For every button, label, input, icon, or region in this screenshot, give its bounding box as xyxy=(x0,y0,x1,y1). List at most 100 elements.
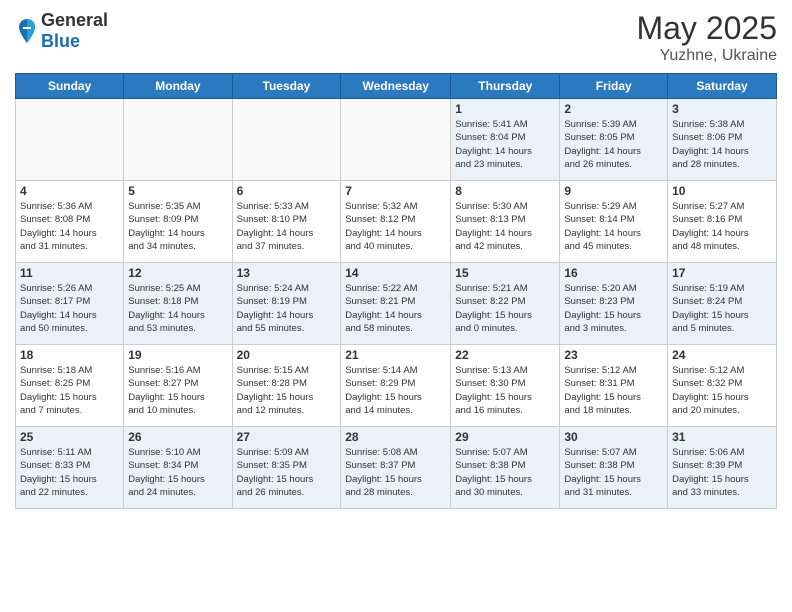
col-tuesday: Tuesday xyxy=(232,74,341,99)
calendar-week-3: 11 Sunrise: 5:26 AM Sunset: 8:17 PM Dayli… xyxy=(16,263,777,345)
day-number: 11 xyxy=(20,266,119,280)
day-number: 10 xyxy=(672,184,772,198)
day-info: Sunrise: 5:35 AM Sunset: 8:09 PM Dayligh… xyxy=(128,200,227,253)
table-row: 4 Sunrise: 5:36 AM Sunset: 8:08 PM Daylig… xyxy=(16,181,124,263)
table-row: 6 Sunrise: 5:33 AM Sunset: 8:10 PM Daylig… xyxy=(232,181,341,263)
day-info: Sunrise: 5:38 AM Sunset: 8:06 PM Dayligh… xyxy=(672,118,772,171)
calendar-table: Sunday Monday Tuesday Wednesday Thursday… xyxy=(15,73,777,509)
calendar-header-row: Sunday Monday Tuesday Wednesday Thursday… xyxy=(16,74,777,99)
logo: General Blue xyxy=(15,10,108,52)
day-info: Sunrise: 5:06 AM Sunset: 8:39 PM Dayligh… xyxy=(672,446,772,499)
day-number: 6 xyxy=(237,184,337,198)
day-number: 30 xyxy=(564,430,663,444)
day-info: Sunrise: 5:39 AM Sunset: 8:05 PM Dayligh… xyxy=(564,118,663,171)
col-thursday: Thursday xyxy=(451,74,560,99)
day-info: Sunrise: 5:26 AM Sunset: 8:17 PM Dayligh… xyxy=(20,282,119,335)
day-number: 26 xyxy=(128,430,227,444)
day-number: 13 xyxy=(237,266,337,280)
table-row: 1 Sunrise: 5:41 AM Sunset: 8:04 PM Daylig… xyxy=(451,99,560,181)
day-number: 17 xyxy=(672,266,772,280)
day-info: Sunrise: 5:19 AM Sunset: 8:24 PM Dayligh… xyxy=(672,282,772,335)
table-row xyxy=(341,99,451,181)
day-number: 8 xyxy=(455,184,555,198)
table-row: 11 Sunrise: 5:26 AM Sunset: 8:17 PM Dayli… xyxy=(16,263,124,345)
table-row: 12Sunrise: 5:25 AM Sunset: 8:18 PM Dayli… xyxy=(124,263,232,345)
table-row: 21 Sunrise: 5:14 AM Sunset: 8:29 PM Dayli… xyxy=(341,345,451,427)
day-info: Sunrise: 5:09 AM Sunset: 8:35 PM Dayligh… xyxy=(237,446,337,499)
calendar-week-4: 18Sunrise: 5:18 AM Sunset: 8:25 PM Dayli… xyxy=(16,345,777,427)
day-info: Sunrise: 5:18 AM Sunset: 8:25 PM Dayligh… xyxy=(20,364,119,417)
day-info: Sunrise: 5:10 AM Sunset: 8:34 PM Dayligh… xyxy=(128,446,227,499)
table-row: 20 Sunrise: 5:15 AM Sunset: 8:28 PM Dayli… xyxy=(232,345,341,427)
day-info: Sunrise: 5:13 AM Sunset: 8:30 PM Dayligh… xyxy=(455,364,555,417)
calendar-week-1: 1 Sunrise: 5:41 AM Sunset: 8:04 PM Daylig… xyxy=(16,99,777,181)
day-number: 25 xyxy=(20,430,119,444)
table-row: 13 Sunrise: 5:24 AM Sunset: 8:19 PM Dayli… xyxy=(232,263,341,345)
table-row: 29 Sunrise: 5:07 AM Sunset: 8:38 PM Dayli… xyxy=(451,427,560,509)
day-number: 7 xyxy=(345,184,446,198)
page: General Blue May 2025 Yuzhne, Ukraine Su… xyxy=(0,0,792,612)
table-row: 2Sunrise: 5:39 AM Sunset: 8:05 PM Daylig… xyxy=(560,99,668,181)
col-friday: Friday xyxy=(560,74,668,99)
logo-general-text: General xyxy=(41,10,108,31)
day-number: 12 xyxy=(128,266,227,280)
day-info: Sunrise: 5:21 AM Sunset: 8:22 PM Dayligh… xyxy=(455,282,555,335)
col-saturday: Saturday xyxy=(668,74,777,99)
day-info: Sunrise: 5:14 AM Sunset: 8:29 PM Dayligh… xyxy=(345,364,446,417)
table-row: 31Sunrise: 5:06 AM Sunset: 8:39 PM Dayli… xyxy=(668,427,777,509)
day-info: Sunrise: 5:33 AM Sunset: 8:10 PM Dayligh… xyxy=(237,200,337,253)
day-info: Sunrise: 5:41 AM Sunset: 8:04 PM Dayligh… xyxy=(455,118,555,171)
day-number: 5 xyxy=(128,184,227,198)
table-row: 27 Sunrise: 5:09 AM Sunset: 8:35 PM Dayli… xyxy=(232,427,341,509)
day-info: Sunrise: 5:07 AM Sunset: 8:38 PM Dayligh… xyxy=(564,446,663,499)
day-number: 27 xyxy=(237,430,337,444)
title-block: May 2025 Yuzhne, Ukraine xyxy=(636,10,777,65)
table-row: 16Sunrise: 5:20 AM Sunset: 8:23 PM Dayli… xyxy=(560,263,668,345)
day-number: 23 xyxy=(564,348,663,362)
col-wednesday: Wednesday xyxy=(341,74,451,99)
day-info: Sunrise: 5:12 AM Sunset: 8:32 PM Dayligh… xyxy=(672,364,772,417)
day-number: 15 xyxy=(455,266,555,280)
table-row: 9 Sunrise: 5:29 AM Sunset: 8:14 PM Daylig… xyxy=(560,181,668,263)
table-row xyxy=(124,99,232,181)
col-sunday: Sunday xyxy=(16,74,124,99)
table-row: 23 Sunrise: 5:12 AM Sunset: 8:31 PM Dayli… xyxy=(560,345,668,427)
logo-icon xyxy=(15,17,39,45)
table-row: 30 Sunrise: 5:07 AM Sunset: 8:38 PM Dayli… xyxy=(560,427,668,509)
day-number: 1 xyxy=(455,102,555,116)
table-row: 5 Sunrise: 5:35 AM Sunset: 8:09 PM Daylig… xyxy=(124,181,232,263)
day-info: Sunrise: 5:30 AM Sunset: 8:13 PM Dayligh… xyxy=(455,200,555,253)
day-info: Sunrise: 5:20 AM Sunset: 8:23 PM Dayligh… xyxy=(564,282,663,335)
day-info: Sunrise: 5:27 AM Sunset: 8:16 PM Dayligh… xyxy=(672,200,772,253)
calendar-week-5: 25 Sunrise: 5:11 AM Sunset: 8:33 PM Dayli… xyxy=(16,427,777,509)
day-info: Sunrise: 5:24 AM Sunset: 8:19 PM Dayligh… xyxy=(237,282,337,335)
day-info: Sunrise: 5:07 AM Sunset: 8:38 PM Dayligh… xyxy=(455,446,555,499)
day-info: Sunrise: 5:11 AM Sunset: 8:33 PM Dayligh… xyxy=(20,446,119,499)
day-info: Sunrise: 5:16 AM Sunset: 8:27 PM Dayligh… xyxy=(128,364,227,417)
month-year-title: May 2025 xyxy=(636,10,777,47)
day-info: Sunrise: 5:29 AM Sunset: 8:14 PM Dayligh… xyxy=(564,200,663,253)
day-number: 4 xyxy=(20,184,119,198)
day-info: Sunrise: 5:12 AM Sunset: 8:31 PM Dayligh… xyxy=(564,364,663,417)
location-subtitle: Yuzhne, Ukraine xyxy=(636,47,777,65)
day-number: 29 xyxy=(455,430,555,444)
day-info: Sunrise: 5:15 AM Sunset: 8:28 PM Dayligh… xyxy=(237,364,337,417)
day-number: 24 xyxy=(672,348,772,362)
table-row: 19Sunrise: 5:16 AM Sunset: 8:27 PM Dayli… xyxy=(124,345,232,427)
table-row: 26 Sunrise: 5:10 AM Sunset: 8:34 PM Dayli… xyxy=(124,427,232,509)
day-number: 20 xyxy=(237,348,337,362)
day-number: 21 xyxy=(345,348,446,362)
col-monday: Monday xyxy=(124,74,232,99)
logo-blue-text: Blue xyxy=(41,31,108,52)
header: General Blue May 2025 Yuzhne, Ukraine xyxy=(15,10,777,65)
table-row: 14Sunrise: 5:22 AM Sunset: 8:21 PM Dayli… xyxy=(341,263,451,345)
day-number: 22 xyxy=(455,348,555,362)
table-row xyxy=(232,99,341,181)
table-row: 18Sunrise: 5:18 AM Sunset: 8:25 PM Dayli… xyxy=(16,345,124,427)
day-info: Sunrise: 5:36 AM Sunset: 8:08 PM Dayligh… xyxy=(20,200,119,253)
day-info: Sunrise: 5:32 AM Sunset: 8:12 PM Dayligh… xyxy=(345,200,446,253)
day-number: 9 xyxy=(564,184,663,198)
day-number: 3 xyxy=(672,102,772,116)
table-row: 17 Sunrise: 5:19 AM Sunset: 8:24 PM Dayli… xyxy=(668,263,777,345)
logo-text: General Blue xyxy=(41,10,108,52)
